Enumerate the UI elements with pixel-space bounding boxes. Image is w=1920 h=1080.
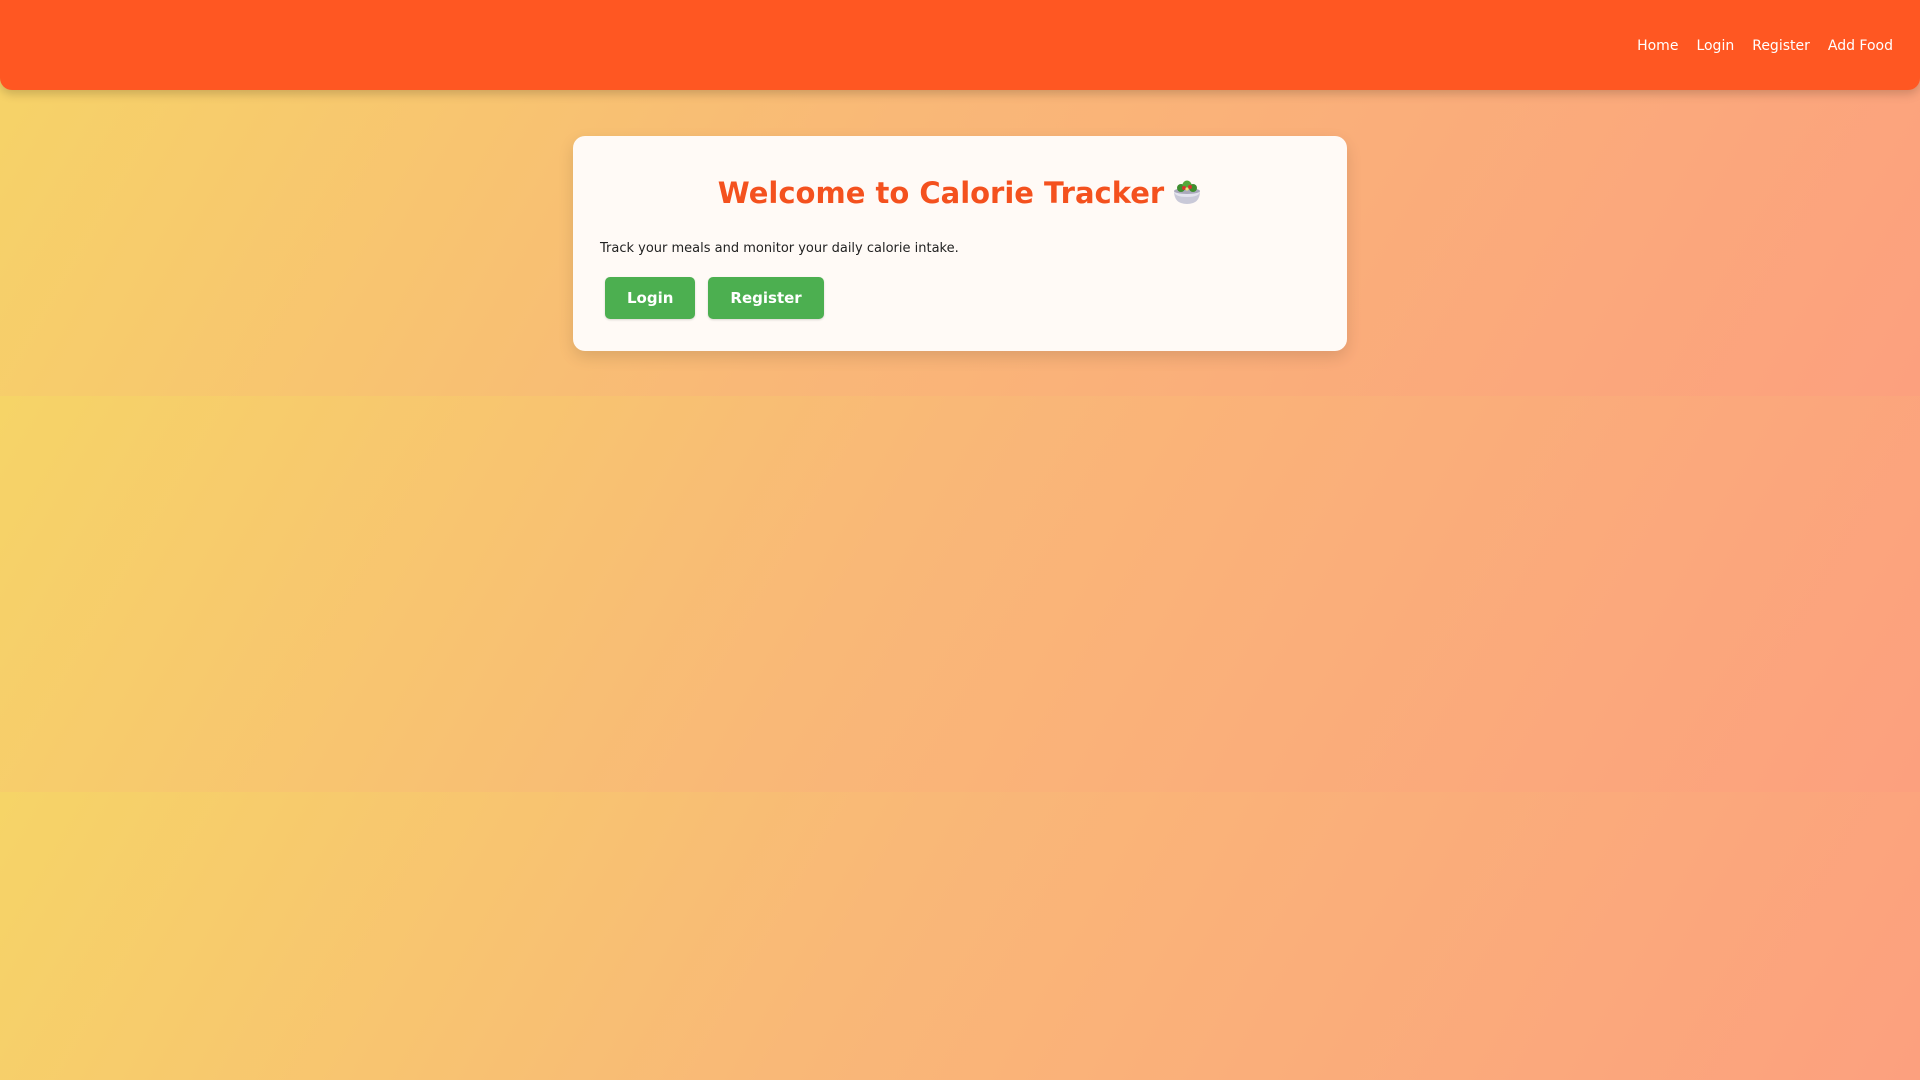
nav-link-register[interactable]: Register xyxy=(1752,36,1810,56)
nav-link-home[interactable]: Home xyxy=(1637,36,1678,56)
auth-buttons: Login Register xyxy=(605,277,824,319)
nav-links: Home Login Register Add Food xyxy=(1637,36,1893,56)
page-title-text: Welcome to Calorie Tracker xyxy=(717,176,1165,210)
nav-link-add-food[interactable]: Add Food xyxy=(1828,36,1893,56)
top-navbar: Home Login Register Add Food xyxy=(0,0,1920,90)
salad-bowl-icon xyxy=(1172,178,1202,206)
background-band-bottom xyxy=(0,792,1920,1080)
page-title: Welcome to Calorie Tracker xyxy=(573,176,1347,210)
login-button[interactable]: Login xyxy=(605,277,696,319)
welcome-card: Welcome to Calorie Tracker Track your me… xyxy=(573,136,1347,351)
welcome-description: Track your meals and monitor your daily … xyxy=(600,241,959,256)
register-button[interactable]: Register xyxy=(708,277,824,319)
background-band-middle xyxy=(0,396,1920,792)
nav-link-login[interactable]: Login xyxy=(1696,36,1734,56)
